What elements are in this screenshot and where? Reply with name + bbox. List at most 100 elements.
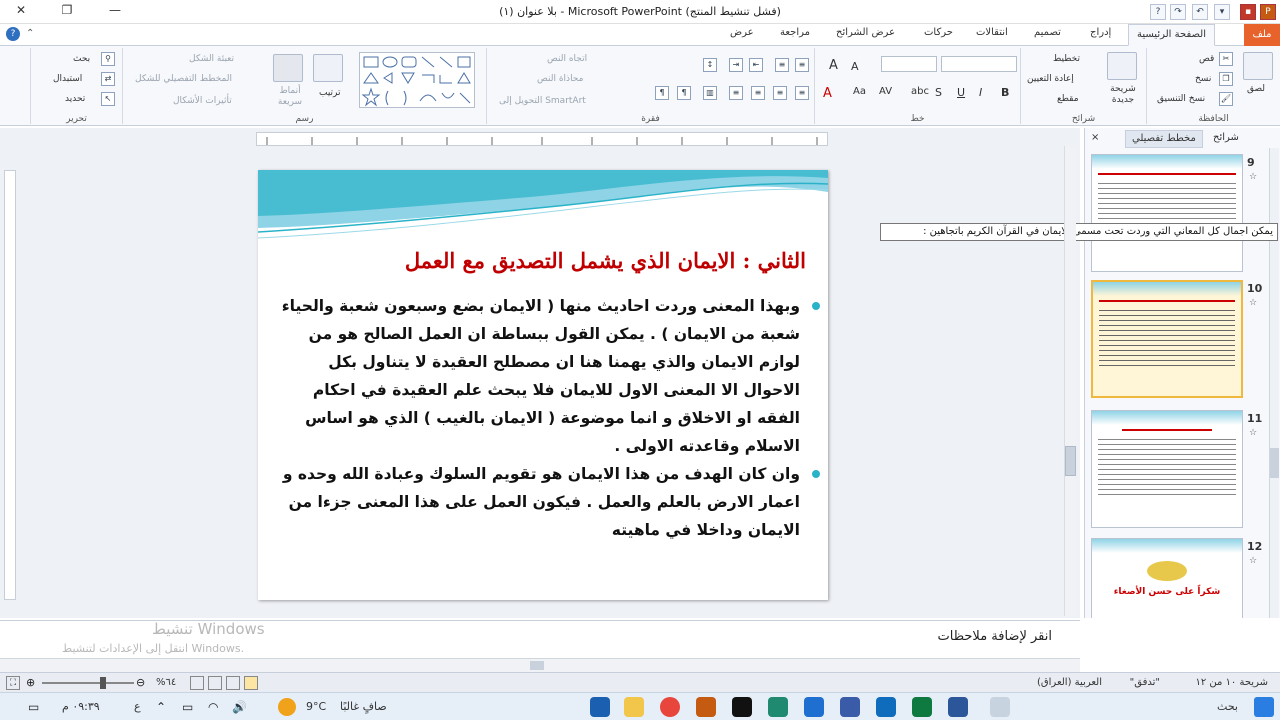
- tiktok-icon[interactable]: [732, 697, 752, 717]
- input-language[interactable]: ع: [134, 700, 141, 713]
- select-button[interactable]: تحديد: [65, 94, 85, 104]
- tab-home[interactable]: الصفحة الرئيسية: [1128, 24, 1215, 46]
- slide-scrollbar[interactable]: [1064, 146, 1076, 616]
- slide-thumbnail-11[interactable]: [1091, 410, 1243, 528]
- wifi-icon[interactable]: ◠: [208, 700, 218, 714]
- bold-icon[interactable]: B: [1001, 86, 1009, 99]
- font-size-box[interactable]: [881, 56, 937, 72]
- tab-view[interactable]: عرض: [730, 27, 754, 38]
- excel-icon[interactable]: [912, 697, 932, 717]
- tab-slideshow[interactable]: عرض الشرائح: [836, 27, 895, 38]
- text-direction-button[interactable]: اتجاه النص: [547, 54, 587, 64]
- italic-icon[interactable]: I: [979, 86, 982, 99]
- numbering-icon[interactable]: ≡: [775, 58, 789, 72]
- new-slide-icon[interactable]: [1107, 52, 1137, 80]
- slide-title[interactable]: الثاني : الايمان الذي يشمل التصديق مع ال…: [286, 248, 806, 273]
- decrease-indent-icon[interactable]: ⇤: [749, 58, 763, 72]
- change-case-icon[interactable]: Aa: [853, 86, 866, 97]
- restore-window-button[interactable]: ❐: [52, 3, 82, 21]
- collapse-ribbon-icon[interactable]: ⌃: [26, 28, 34, 39]
- task-view-icon[interactable]: [990, 697, 1010, 717]
- slide-thumbnail-10[interactable]: [1091, 280, 1243, 398]
- chrome-icon[interactable]: [660, 697, 680, 717]
- outlook-icon[interactable]: [876, 697, 896, 717]
- weather-temp[interactable]: 9°C: [306, 700, 326, 713]
- copy-button[interactable]: نسخ: [1195, 74, 1211, 84]
- notes-placeholder[interactable]: انقر لإضافة ملاحظات: [938, 629, 1052, 644]
- replace-button[interactable]: استبدال: [53, 74, 82, 84]
- tab-insert[interactable]: إدراج: [1090, 27, 1111, 38]
- panel-scrollbar[interactable]: [1269, 148, 1279, 618]
- normal-view-icon[interactable]: [244, 676, 258, 690]
- zoom-slider[interactable]: [42, 682, 134, 684]
- network-icon[interactable]: ▭: [182, 700, 193, 714]
- notifications-icon[interactable]: ▭: [28, 700, 39, 714]
- paste-icon[interactable]: [1243, 52, 1273, 80]
- line-spacing-icon[interactable]: ↕: [703, 58, 717, 72]
- tab-animations[interactable]: حركات: [924, 27, 953, 38]
- shrink-font-icon[interactable]: A: [851, 60, 859, 73]
- tab-outline-panel[interactable]: مخطط تفصيلي: [1125, 130, 1203, 148]
- underline-icon[interactable]: U: [957, 86, 965, 99]
- clock[interactable]: ٠٩:٣٩ م: [62, 700, 100, 713]
- slideshow-view-icon[interactable]: [190, 676, 204, 690]
- format-painter-button[interactable]: نسخ التنسيق: [1157, 94, 1205, 104]
- arrange-button[interactable]: ترتيب: [319, 88, 341, 98]
- tab-file[interactable]: ملف: [1244, 24, 1280, 46]
- horizontal-scrollbar[interactable]: [0, 658, 1080, 672]
- redo-icon[interactable]: ↷: [1170, 4, 1186, 20]
- shape-fill-button[interactable]: تعبئة الشكل: [189, 54, 234, 64]
- format-painter-icon[interactable]: 🖌: [1219, 92, 1233, 106]
- shape-outline-button[interactable]: المخطط التفصيلي للشكل: [135, 74, 232, 84]
- convert-smartart-button[interactable]: التحويل إلى SmartArt: [499, 96, 586, 106]
- customize-qat-icon[interactable]: ▾: [1214, 4, 1230, 20]
- slide-bullet-1[interactable]: وبهذا المعنى وردت احاديث منها ( الايمان …: [280, 292, 820, 460]
- close-window-button[interactable]: ✕: [6, 3, 36, 21]
- zoom-out-icon[interactable]: ⊖: [136, 676, 145, 689]
- edge-icon[interactable]: [804, 697, 824, 717]
- word-icon[interactable]: [948, 697, 968, 717]
- align-text-button[interactable]: محاذاة النص: [537, 74, 583, 84]
- zoom-slider-thumb[interactable]: [100, 677, 106, 689]
- section-button[interactable]: مقطع: [1057, 94, 1079, 104]
- select-icon[interactable]: ↖: [101, 92, 115, 106]
- shape-effects-button[interactable]: تأثيرات الأشكال: [173, 96, 232, 106]
- mail-icon[interactable]: [590, 697, 610, 717]
- replace-icon[interactable]: ⇄: [101, 72, 115, 86]
- align-left-icon[interactable]: ≡: [751, 86, 765, 100]
- rtl-icon[interactable]: ¶: [677, 86, 691, 100]
- tab-review[interactable]: مراجعة: [780, 27, 810, 38]
- align-center-icon[interactable]: ≡: [773, 86, 787, 100]
- tab-transitions[interactable]: انتقالات: [976, 27, 1008, 38]
- shapes-gallery[interactable]: [359, 52, 475, 108]
- grow-font-icon[interactable]: A: [829, 58, 838, 73]
- tray-overflow-icon[interactable]: ⌃: [156, 700, 166, 714]
- fit-to-window-icon[interactable]: ⛶: [6, 676, 20, 690]
- taskbar-search[interactable]: بحث: [1217, 700, 1238, 713]
- font-family-box[interactable]: [941, 56, 1017, 72]
- quick-styles-icon[interactable]: [273, 54, 303, 82]
- slide-bullet-2[interactable]: وان كان الهدف من هذا الايمان هو تقويم ال…: [280, 460, 820, 544]
- start-icon[interactable]: [1254, 697, 1274, 717]
- reading-view-icon[interactable]: [208, 676, 222, 690]
- reset-button[interactable]: إعادة التعيين: [1027, 74, 1074, 84]
- store-icon[interactable]: [840, 697, 860, 717]
- find-button[interactable]: بحث: [73, 54, 90, 64]
- language-indicator[interactable]: العربية (العراق): [1037, 677, 1102, 688]
- align-right-icon[interactable]: ≡: [795, 86, 809, 100]
- weather-description[interactable]: صافٍ غالبًا: [340, 700, 387, 713]
- bullets-icon[interactable]: ≡: [795, 58, 809, 72]
- new-slide-button[interactable]: شريحة جديدة: [1103, 84, 1143, 106]
- zoom-in-icon[interactable]: ⊕: [26, 676, 35, 689]
- tab-design[interactable]: تصميم: [1034, 27, 1061, 38]
- font-color-icon[interactable]: A: [823, 86, 832, 101]
- copy-icon[interactable]: ❐: [1219, 72, 1233, 86]
- shadow-icon[interactable]: S: [935, 86, 942, 99]
- binoculars-icon[interactable]: ⚲: [101, 52, 115, 66]
- increase-indent-icon[interactable]: ⇥: [729, 58, 743, 72]
- layout-button[interactable]: تخطيط: [1053, 54, 1080, 64]
- powerpoint-taskbar-icon[interactable]: [696, 697, 716, 717]
- slide-thumbnail-9[interactable]: [1091, 154, 1243, 272]
- scissors-icon[interactable]: ✂: [1219, 52, 1233, 66]
- zoom-level[interactable]: %٦٤: [156, 677, 176, 688]
